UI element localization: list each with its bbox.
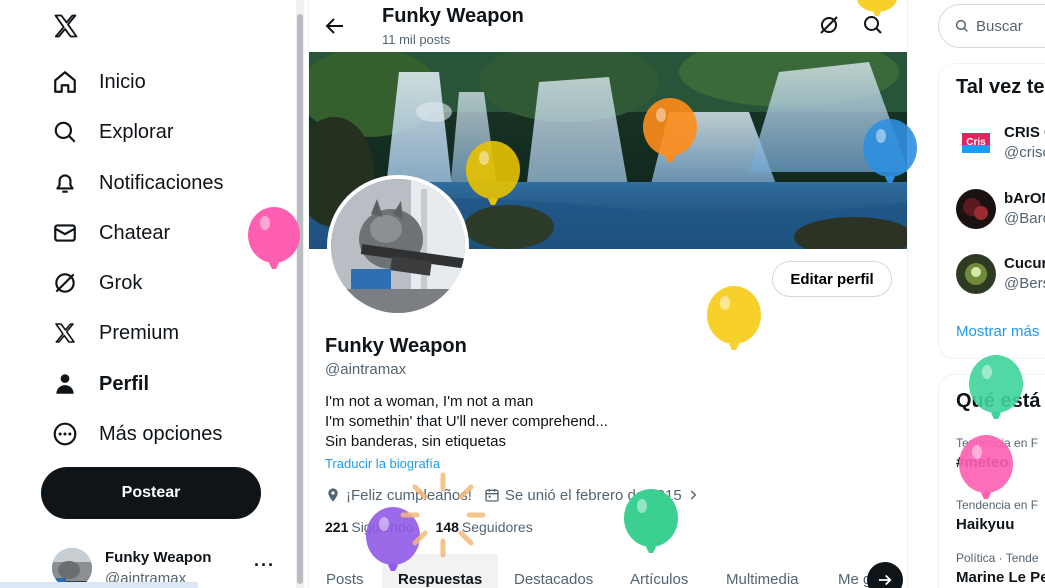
profile-bio: I'm not a woman, I'm not a man I'm somet… <box>325 392 608 452</box>
nav-item-notificaciones[interactable]: Notificaciones <box>52 165 224 201</box>
more-icon[interactable]: ··· <box>254 555 275 576</box>
search-box[interactable] <box>938 4 1045 48</box>
more-circle-icon <box>52 421 78 447</box>
x-logo-icon[interactable] <box>52 12 82 42</box>
nav-label: Notificaciones <box>99 171 224 194</box>
edit-profile-button[interactable]: Editar perfil <box>772 261 892 297</box>
nav-item-mas-opciones[interactable]: Más opciones <box>52 416 222 452</box>
suggestion-item[interactable]: bArOM @Barom <box>956 187 1045 231</box>
balloon-icon <box>643 98 697 162</box>
suggestion-name: CRIS C <box>1004 124 1045 141</box>
page-title: Funky Weapon <box>382 5 524 27</box>
suggestion-item[interactable]: Cris CRIS C @crisc <box>956 121 1045 165</box>
nav-item-chatear[interactable]: Chatear <box>52 215 170 251</box>
bio-line: Sin banderas, sin etiquetas <box>325 433 506 450</box>
show-more-link[interactable]: Mostrar más <box>956 323 1039 340</box>
nav-label: Inicio <box>99 70 146 93</box>
tab-multimedia[interactable]: Multimedia <box>726 554 799 588</box>
balloon-icon <box>248 207 300 269</box>
nav-item-grok[interactable]: Grok <box>52 265 142 301</box>
search-icon <box>52 119 78 145</box>
trend-context: Política · Tende <box>956 551 1039 565</box>
balloon-icon <box>969 355 1023 419</box>
balloon-icon <box>857 0 897 16</box>
suggestion-item[interactable]: Cucur @Bers <box>956 252 1045 296</box>
left-sidebar: Inicio Explorar Notificaciones Chatear G… <box>0 0 295 588</box>
nav-label: Grok <box>99 271 143 294</box>
back-arrow-icon[interactable] <box>323 14 347 38</box>
profile-handle: @aintramax <box>325 361 407 378</box>
avatar <box>956 254 996 294</box>
grok-icon[interactable] <box>817 13 841 37</box>
bio-line: I'm not a woman, I'm not a man <box>325 393 534 410</box>
svg-text:Cris: Cris <box>966 137 986 148</box>
following-count: 221 <box>325 519 349 535</box>
home-icon <box>52 69 78 95</box>
nav-item-premium[interactable]: Premium <box>52 315 179 351</box>
suggestion-handle: @Bers <box>1004 275 1045 292</box>
search-input[interactable] <box>976 17 1045 35</box>
nav-label: Chatear <box>99 221 171 244</box>
location-pin-icon <box>328 488 338 502</box>
app-root: Inicio Explorar Notificaciones Chatear G… <box>0 0 1045 588</box>
nav-label: Premium <box>99 321 180 344</box>
mail-icon <box>52 220 78 246</box>
nav-item-perfil[interactable]: Perfil <box>52 366 149 402</box>
confetti-burst-icon <box>400 472 486 558</box>
suggestion-handle: @Barom <box>1004 210 1045 227</box>
translate-bio-link[interactable]: Traducir la biografía <box>325 456 440 471</box>
chevron-right-icon[interactable] <box>686 488 700 502</box>
profile-name: Funky Weapon <box>325 335 467 357</box>
account-name: Funky Weapon <box>105 549 212 566</box>
avatar: Cris <box>956 123 996 163</box>
trend-name: Haikyuu <box>956 516 1015 533</box>
profile-avatar[interactable] <box>327 175 469 317</box>
trend-item[interactable]: Política · Tende Marine Le Pe <box>956 551 1045 586</box>
search-icon <box>955 19 968 32</box>
suggestion-handle: @crisc <box>1004 144 1045 161</box>
scrollbar[interactable] <box>296 0 304 588</box>
trend-name: Marine Le Pe <box>956 569 1045 586</box>
tab-destacados[interactable]: Destacados <box>514 554 593 588</box>
suggestion-name: Cucur <box>1004 255 1045 272</box>
scrollbar-thumb[interactable] <box>297 14 303 584</box>
balloon-icon <box>707 286 761 350</box>
suggest-title: Tal vez te guste <box>956 76 1045 98</box>
post-button[interactable]: Postear <box>41 467 261 519</box>
arrow-right-icon <box>879 574 892 586</box>
tab-posts[interactable]: Posts <box>326 554 364 588</box>
x-logo-icon <box>52 320 78 346</box>
suggestion-name: bArOM <box>1004 190 1045 207</box>
post-count: 11 mil posts <box>382 32 451 47</box>
balloon-icon <box>959 435 1013 499</box>
bottom-strip <box>0 582 198 588</box>
balloon-icon <box>624 489 678 553</box>
nav-item-inicio[interactable]: Inicio <box>52 64 146 100</box>
grok-icon <box>52 270 78 296</box>
balloon-icon <box>466 141 520 205</box>
bio-line: I'm somethin' that U'll never comprehend… <box>325 413 608 430</box>
nav-label: Explorar <box>99 120 174 143</box>
nav-label: Perfil <box>99 372 150 395</box>
avatar <box>956 189 996 229</box>
nav-item-explorar[interactable]: Explorar <box>52 114 173 150</box>
tab-articulos[interactable]: Artículos <box>630 554 688 588</box>
nav-label: Más opciones <box>99 422 223 445</box>
bell-icon <box>52 170 78 196</box>
profile-header-bar: Funky Weapon 11 mil posts <box>309 0 907 52</box>
balloon-icon <box>863 119 917 183</box>
person-icon <box>52 371 78 397</box>
who-to-follow-card: Tal vez te guste Cris CRIS C @crisc bArO… <box>938 63 1045 359</box>
